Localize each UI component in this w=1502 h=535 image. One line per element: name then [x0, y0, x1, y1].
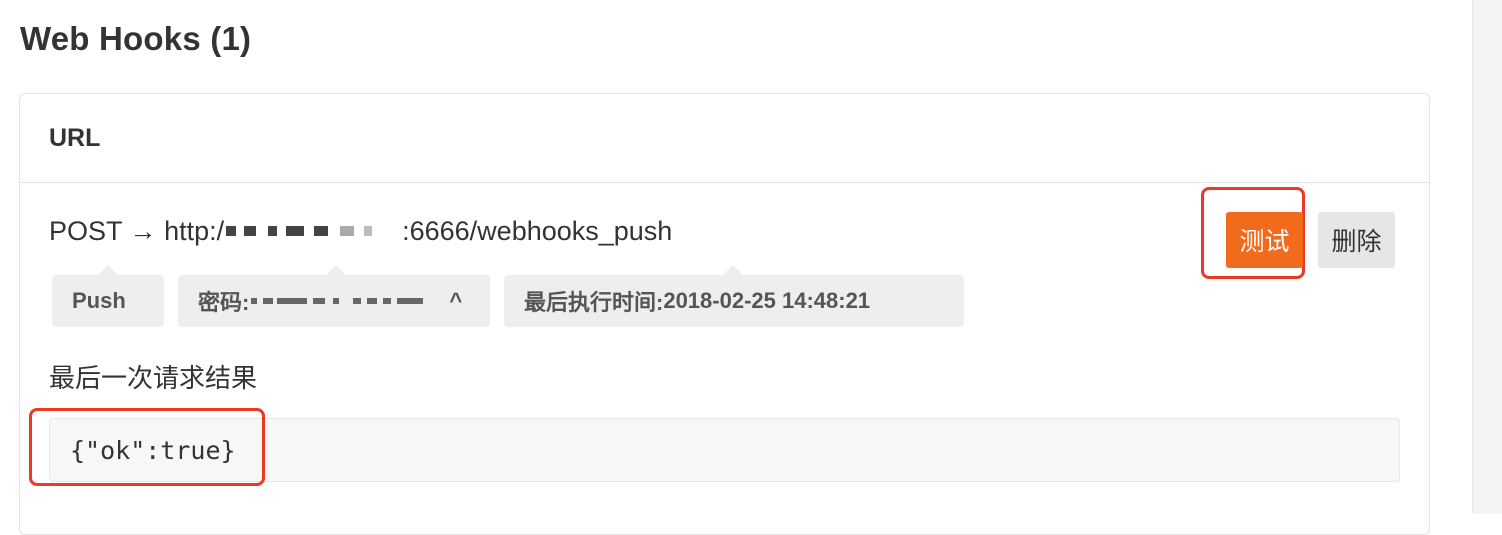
webhooks-card: URL POST → http:/ :6666/webhooks_push Pu… — [19, 93, 1430, 535]
redacted-host — [224, 220, 402, 242]
scrollbar-track[interactable] — [1472, 0, 1502, 514]
event-tag-push: Push — [52, 265, 164, 327]
test-button[interactable]: 测试 — [1226, 212, 1303, 268]
card-header: URL — [20, 94, 1429, 183]
page-title: Web Hooks (1) — [20, 20, 252, 57]
secret-tag: 密码: ^ — [178, 265, 490, 327]
url-suffix: :6666/webhooks_push — [402, 216, 673, 246]
event-tag-label: Push — [72, 288, 126, 313]
last-run-value: 2018-02-25 14:48:21 — [663, 288, 871, 313]
webhook-url-line: POST → http:/ :6666/webhooks_push — [49, 216, 672, 247]
last-run-tag: 最后执行时间: 2018-02-25 14:48:21 — [504, 265, 964, 327]
last-result-label: 最后一次请求结果 — [49, 364, 258, 394]
url-prefix: http:/ — [164, 216, 225, 246]
card-header-label: URL — [49, 123, 101, 152]
secret-tail: ^ — [449, 288, 463, 313]
delete-button[interactable]: 删除 — [1318, 212, 1395, 268]
arrow-icon: → — [129, 216, 157, 246]
redacted-secret — [249, 292, 449, 310]
http-method: POST — [49, 216, 123, 246]
secret-label: 密码: — [198, 290, 250, 315]
last-run-label: 最后执行时间: — [524, 290, 664, 315]
result-highlight — [29, 408, 265, 486]
